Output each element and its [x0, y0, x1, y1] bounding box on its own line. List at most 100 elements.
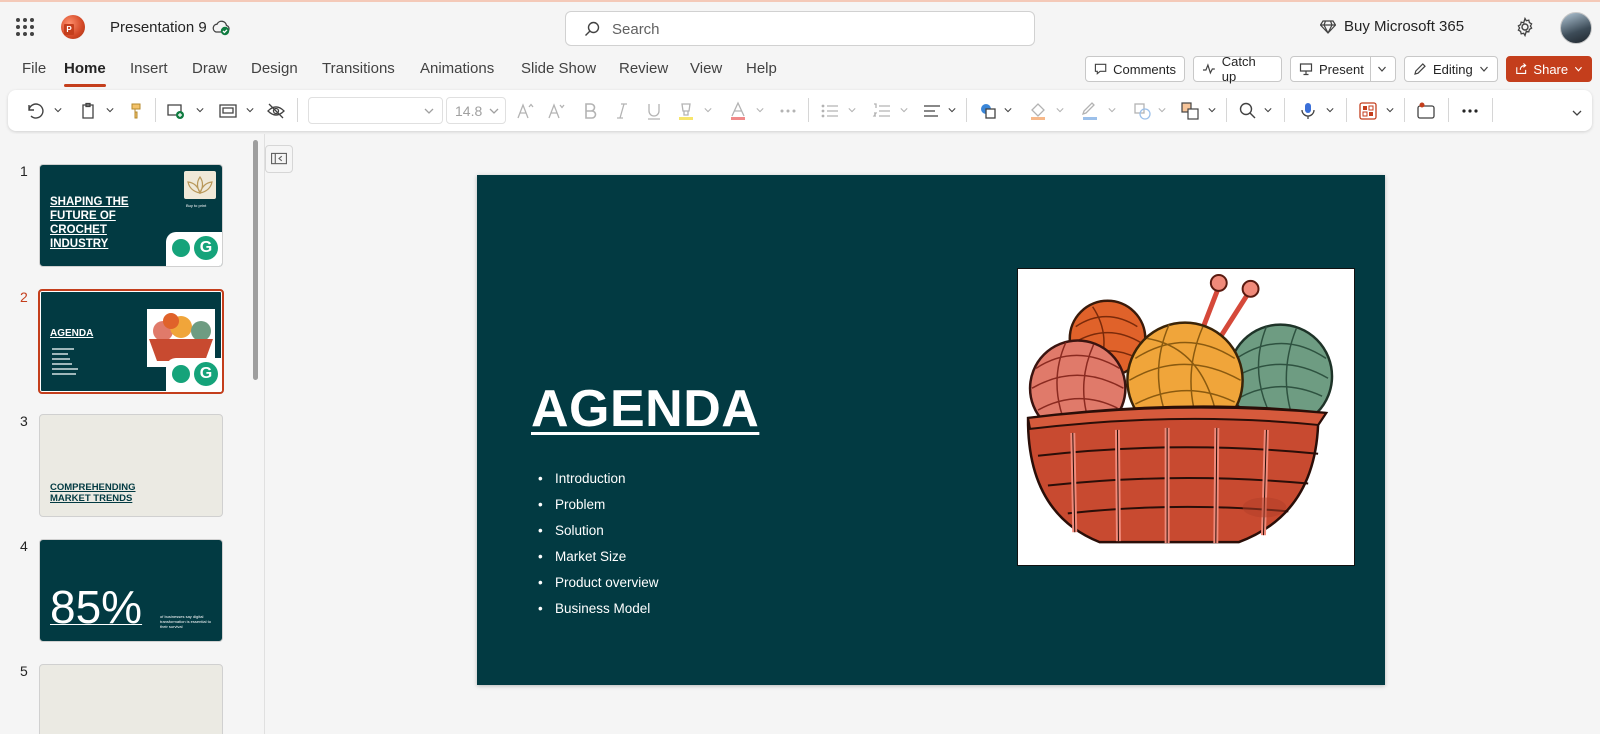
- present-button[interactable]: Present: [1290, 56, 1396, 82]
- slide-title[interactable]: AGENDA: [531, 379, 759, 439]
- pencil-icon: [1414, 63, 1426, 75]
- align-text-icon[interactable]: [922, 101, 942, 121]
- highlight-icon[interactable]: [676, 101, 696, 121]
- slide-thumbnail-4[interactable]: 85% of businesses say digital transforma…: [39, 539, 223, 642]
- grammarly-icon: G: [194, 362, 218, 386]
- bullets-icon[interactable]: [820, 101, 840, 121]
- decrease-font-size-icon[interactable]: [546, 101, 566, 121]
- shape-effects-icon[interactable]: [1132, 101, 1152, 121]
- pulse-icon: [1202, 63, 1215, 75]
- tab-view[interactable]: View: [690, 60, 722, 77]
- agenda-list[interactable]: Introduction Problem Solution Market Siz…: [538, 470, 659, 626]
- chevron-down-icon[interactable]: [1326, 106, 1334, 114]
- share-icon: [1516, 63, 1527, 74]
- thumbnail-title: SHAPING THE FUTURE OF CROCHET INDUSTRY: [50, 196, 129, 250]
- tab-design[interactable]: Design: [251, 60, 298, 77]
- agenda-item: Problem: [538, 496, 659, 522]
- shape-fill-icon[interactable]: [1028, 101, 1048, 121]
- chevron-down-icon[interactable]: [1108, 106, 1116, 114]
- tab-transitions[interactable]: Transitions: [322, 60, 395, 77]
- collapse-pane-icon[interactable]: [265, 145, 293, 173]
- catch-up-button[interactable]: Catch up: [1193, 54, 1282, 84]
- cloud-saved-icon[interactable]: [212, 20, 230, 36]
- share-button[interactable]: Share: [1506, 56, 1592, 82]
- grammarly-badge: G: [166, 358, 222, 392]
- search-box[interactable]: Search: [565, 11, 1035, 46]
- designer-icon[interactable]: [1358, 101, 1378, 121]
- numbering-icon[interactable]: [872, 101, 892, 121]
- chevron-down-icon[interactable]: [246, 106, 254, 114]
- chevron-down-icon[interactable]: [900, 106, 908, 114]
- tab-insert[interactable]: Insert: [130, 60, 168, 77]
- grammarly-badge: G: [166, 232, 222, 266]
- thumbnail-scrollbar[interactable]: [253, 140, 258, 380]
- chevron-down-icon[interactable]: [196, 106, 204, 114]
- format-painter-icon[interactable]: [126, 101, 146, 121]
- font-size-select[interactable]: 14.8: [446, 97, 506, 124]
- home-toolbar: 14.8: [8, 90, 1592, 131]
- paste-icon[interactable]: [78, 101, 98, 121]
- italic-icon[interactable]: [612, 101, 632, 121]
- shape-outline-icon[interactable]: [1080, 101, 1100, 121]
- chevron-down-icon[interactable]: [106, 106, 114, 114]
- new-slide-icon[interactable]: [166, 101, 186, 121]
- font-family-select[interactable]: [308, 97, 443, 124]
- user-avatar[interactable]: [1560, 12, 1592, 44]
- chevron-down-icon[interactable]: [1004, 106, 1012, 114]
- catch-up-label: Catch up: [1221, 54, 1256, 84]
- font-color-icon[interactable]: [728, 101, 748, 121]
- chevron-down-icon[interactable]: [1386, 106, 1394, 114]
- arrange-icon[interactable]: [1180, 101, 1200, 121]
- yarn-basket-picture[interactable]: [1017, 268, 1355, 566]
- comments-button[interactable]: Comments: [1085, 56, 1185, 82]
- find-icon[interactable]: [1238, 101, 1258, 121]
- increase-font-size-icon[interactable]: [515, 101, 535, 121]
- more-font-options-icon[interactable]: [778, 101, 798, 121]
- tab-help[interactable]: Help: [746, 60, 777, 77]
- slide-thumbnail-3[interactable]: COMPREHENDING MARKET TRENDS: [39, 414, 223, 517]
- tab-slide-show[interactable]: Slide Show: [521, 60, 596, 77]
- hide-slide-icon[interactable]: [266, 101, 286, 121]
- chevron-down-icon[interactable]: [848, 106, 856, 114]
- document-title[interactable]: Presentation 9: [110, 19, 207, 36]
- slide-thumbnail-1[interactable]: SHAPING THE FUTURE OF CROCHET INDUSTRY B…: [39, 164, 223, 267]
- chevron-down-icon[interactable]: [1208, 106, 1216, 114]
- undo-icon[interactable]: [24, 101, 44, 121]
- expand-ribbon-chevron-icon[interactable]: [1572, 108, 1582, 118]
- thumbnail-number: 5: [20, 663, 28, 679]
- agenda-item: Market Size: [538, 548, 659, 574]
- present-dropdown[interactable]: [1369, 57, 1394, 81]
- underline-icon[interactable]: [644, 101, 664, 121]
- app-launcher-icon[interactable]: [16, 18, 34, 36]
- slide-thumbnail-2[interactable]: AGENDA G: [38, 289, 224, 394]
- title-bar: P Presentation 9 Search Buy Microsoft 36…: [0, 2, 1600, 52]
- tab-animations[interactable]: Animations: [420, 60, 494, 77]
- powerpoint-logo-icon[interactable]: P: [61, 15, 85, 39]
- search-placeholder: Search: [612, 21, 660, 38]
- more-options-icon[interactable]: [1460, 101, 1480, 121]
- slide-canvas[interactable]: AGENDA Introduction Problem Solution Mar…: [477, 175, 1385, 685]
- slide-thumbnail-5[interactable]: [39, 664, 223, 734]
- tab-review[interactable]: Review: [619, 60, 668, 77]
- layout-icon[interactable]: [218, 101, 238, 121]
- bold-icon[interactable]: [580, 101, 600, 121]
- buy-microsoft-365-link[interactable]: Buy Microsoft 365: [1344, 18, 1464, 35]
- agenda-item: Business Model: [538, 600, 659, 626]
- chevron-down-icon[interactable]: [704, 106, 712, 114]
- yarn-basket-illustration: [1026, 273, 1334, 544]
- chevron-down-icon[interactable]: [54, 106, 62, 114]
- chevron-down-icon[interactable]: [948, 106, 956, 114]
- chevron-down-icon[interactable]: [1158, 106, 1166, 114]
- tab-draw[interactable]: Draw: [192, 60, 227, 77]
- settings-gear-icon[interactable]: [1515, 17, 1535, 37]
- tab-file[interactable]: File: [22, 60, 46, 77]
- chevron-down-icon[interactable]: [1056, 106, 1064, 114]
- shapes-icon[interactable]: [978, 101, 998, 121]
- chevron-down-icon[interactable]: [756, 106, 764, 114]
- tab-home[interactable]: Home: [64, 60, 106, 87]
- add-in-icon[interactable]: [1416, 101, 1436, 121]
- chevron-down-icon[interactable]: [1264, 106, 1272, 114]
- thumbnail-number: 4: [20, 538, 28, 554]
- editing-mode-button[interactable]: Editing: [1404, 56, 1498, 82]
- dictate-microphone-icon[interactable]: [1298, 101, 1318, 121]
